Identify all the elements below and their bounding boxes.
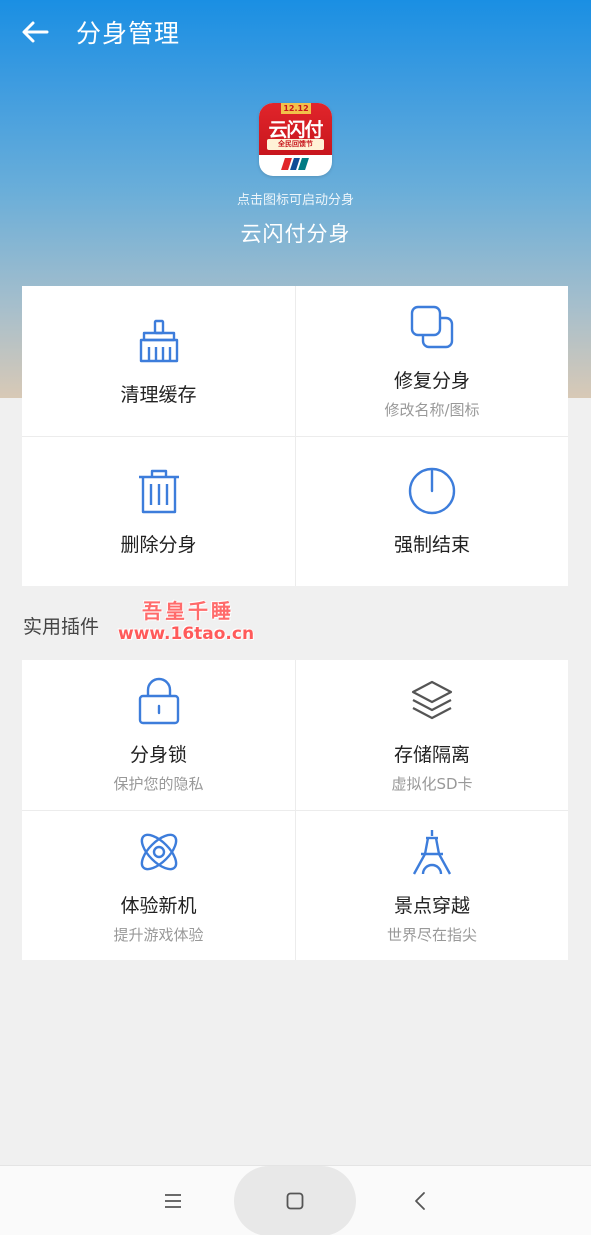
clone-name: 云闪付分身 [240, 222, 351, 246]
actions-card: 清理缓存 修复分身 修改名称/图标 删除分身 强制结束 [22, 286, 568, 586]
watermark-text: 吾皇千睡 [142, 599, 234, 623]
location-travel-button[interactable]: 景点穿越 世界尽在指尖 [295, 810, 568, 960]
padlock-icon [134, 676, 184, 726]
eiffel-tower-icon [407, 827, 457, 877]
system-nav-bar [0, 1165, 591, 1235]
plugins-section-title: 实用插件 [23, 616, 100, 638]
new-device-sub: 提升游戏体验 [113, 925, 204, 944]
app-icon-banner: 12.12 [281, 103, 311, 114]
storage-isolation-button[interactable]: 存储隔离 虚拟化SD卡 [295, 660, 568, 810]
menu-lines-icon [165, 1194, 181, 1208]
unionpay-stripes-icon [281, 158, 309, 170]
atom-icon [134, 827, 184, 877]
delete-clone-button[interactable]: 删除分身 [22, 436, 295, 586]
app-icon-subtext: 全民回馈节 [267, 139, 324, 150]
layers-icon [407, 676, 457, 726]
delete-clone-label: 删除分身 [120, 534, 197, 556]
broom-icon [134, 316, 184, 366]
storage-isolation-sub: 虚拟化SD卡 [391, 775, 473, 793]
launch-hint: 点击图标可启动分身 [236, 193, 354, 208]
new-device-button[interactable]: 体验新机 提升游戏体验 [22, 810, 295, 960]
clone-lock-button[interactable]: 分身锁 保护您的隐私 [22, 660, 295, 810]
clear-cache-button[interactable]: 清理缓存 [22, 286, 295, 436]
page-title: 分身管理 [76, 19, 181, 48]
location-travel-sub: 世界尽在指尖 [386, 925, 477, 944]
trash-icon [134, 466, 184, 516]
force-stop-button[interactable]: 强制结束 [295, 436, 568, 586]
back-button[interactable] [0, 0, 70, 64]
copy-squares-icon [407, 302, 457, 352]
arrow-left-icon [22, 21, 49, 43]
clone-lock-label: 分身锁 [129, 744, 187, 766]
storage-isolation-label: 存储隔离 [393, 744, 470, 766]
home-button[interactable] [234, 1166, 356, 1235]
nav-back-button[interactable] [395, 1166, 445, 1235]
plugins-card: 分身锁 保护您的隐私 存储隔离 虚拟化SD卡 体验新机 提升游戏体验 景点穿越 … [22, 660, 568, 960]
new-device-label: 体验新机 [120, 894, 197, 917]
force-stop-label: 强制结束 [393, 534, 470, 556]
top-bar: 分身管理 [0, 0, 591, 64]
recent-apps-button[interactable] [148, 1166, 198, 1235]
watermark-url: www.16tao.cn [118, 624, 255, 644]
clone-lock-sub: 保护您的隐私 [113, 775, 204, 793]
app-icon-text: 云闪付 [268, 119, 323, 141]
home-square-icon [286, 1192, 304, 1210]
repair-clone-sub: 修改名称/图标 [384, 401, 480, 419]
clear-cache-label: 清理缓存 [120, 383, 197, 406]
repair-clone-button[interactable]: 修复分身 修改名称/图标 [295, 286, 568, 436]
app-icon[interactable]: 12.12 云闪付 全民回馈节 [259, 103, 332, 176]
power-icon [407, 466, 457, 516]
location-travel-label: 景点穿越 [393, 894, 470, 917]
repair-clone-label: 修复分身 [393, 370, 470, 392]
chevron-left-icon [415, 1192, 425, 1210]
